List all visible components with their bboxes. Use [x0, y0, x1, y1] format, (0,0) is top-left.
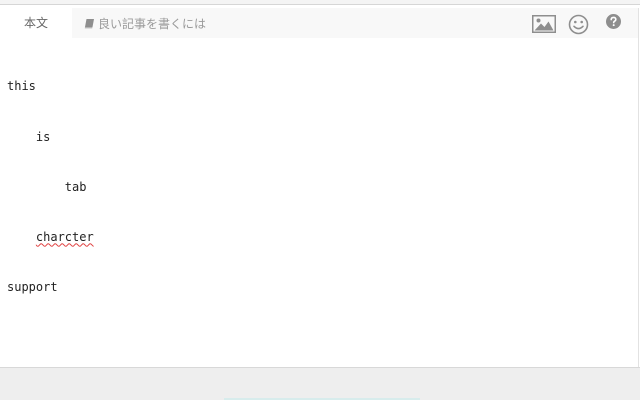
- tab-body[interactable]: 本文: [0, 8, 72, 39]
- editor-footer: [0, 367, 640, 400]
- tab-writing-guide[interactable]: 良い記事を書くには: [84, 8, 206, 38]
- insert-image-button[interactable]: [532, 15, 556, 33]
- editor-line: this: [7, 79, 36, 94]
- insert-emoji-button[interactable]: [568, 14, 589, 35]
- editor-line: tab: [7, 179, 87, 194]
- editor-tab-bar: 本文 良い記事を書くには: [0, 8, 638, 39]
- editor-line: is: [7, 129, 51, 144]
- help-button[interactable]: [605, 13, 622, 30]
- misspelled-word: charcter: [35, 229, 94, 244]
- tab-writing-guide-label: 良い記事を書くには: [98, 16, 207, 31]
- editor-line: support: [7, 279, 58, 294]
- editor-text-area[interactable]: this is tab charcter support: [7, 45, 627, 363]
- smiley-icon: [568, 14, 589, 35]
- markdown-editor: 本文 良い記事を書くには this is tab charcter suppor…: [0, 8, 639, 367]
- question-icon: [606, 14, 621, 29]
- editor-line: charcter: [7, 229, 627, 246]
- book-icon: [84, 18, 94, 28]
- image-icon: [532, 15, 556, 33]
- divider: [0, 4, 640, 5]
